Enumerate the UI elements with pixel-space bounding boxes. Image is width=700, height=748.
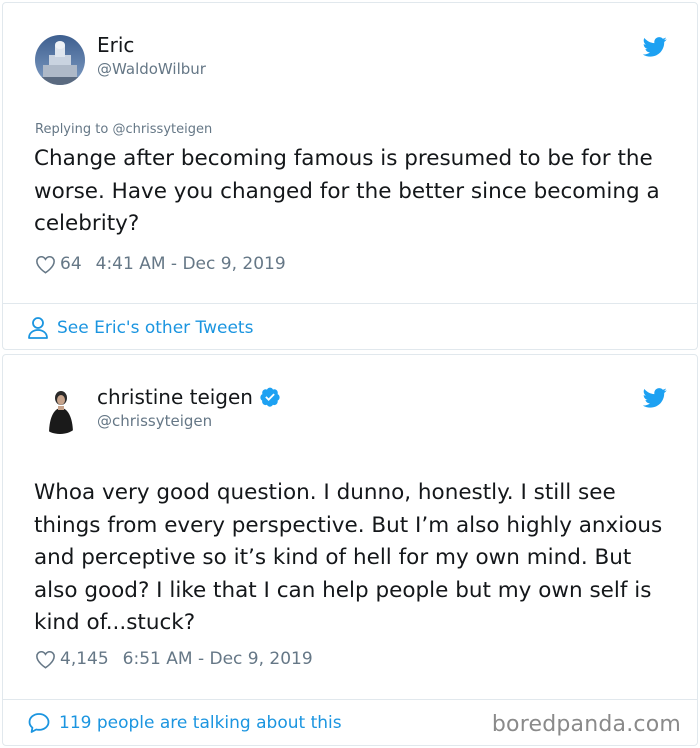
divider (3, 699, 697, 700)
avatar[interactable] (35, 35, 85, 85)
tweet-text: Change after becoming famous is presumed… (34, 146, 660, 236)
timestamp[interactable]: 6:51 AM - Dec 9, 2019 (123, 649, 313, 669)
person-icon (28, 317, 48, 339)
avatar-image (35, 384, 85, 434)
author-name[interactable]: christine teigen (97, 385, 253, 409)
see-other-tweets-link[interactable]: See Eric's other Tweets (27, 316, 253, 340)
author-name[interactable]: Eric (97, 33, 134, 57)
heart-icon[interactable] (35, 650, 56, 669)
verified-badge-icon (260, 387, 280, 407)
avatar[interactable] (35, 384, 85, 434)
author-handle[interactable]: @WaldoWilbur (97, 60, 206, 78)
like-count[interactable]: 4,145 (60, 649, 109, 669)
timestamp[interactable]: 4:41 AM - Dec 9, 2019 (96, 254, 286, 274)
people-talking-link[interactable]: 119 people are talking about this (27, 711, 342, 735)
tweet-text: Whoa very good question. I dunno, honest… (34, 480, 663, 635)
watermark: boredpanda.com (491, 712, 681, 737)
replying-to-mention[interactable]: @chrissyteigen (112, 122, 212, 137)
tweet-card-eric: Eric @WaldoWilbur Replying to @chrissyte… (2, 2, 698, 350)
avatar-image (35, 35, 85, 85)
replying-to-prefix: Replying to (35, 122, 109, 137)
tweet-meta: 64 4:41 AM - Dec 9, 2019 (35, 254, 286, 274)
twitter-bird-icon[interactable] (643, 37, 667, 57)
replying-to: Replying to @chrissyteigen (35, 122, 212, 137)
tweet-meta: 4,145 6:51 AM - Dec 9, 2019 (35, 649, 313, 669)
author-name-row: christine teigen (97, 385, 281, 409)
see-other-tweets-label[interactable]: See Eric's other Tweets (57, 318, 253, 338)
tweet-card-christine: christine teigen @chrissyteigen Whoa ver… (2, 354, 698, 746)
speech-bubble-icon (28, 713, 50, 733)
divider (3, 303, 697, 304)
twitter-bird-icon[interactable] (643, 388, 667, 408)
like-count[interactable]: 64 (60, 254, 82, 274)
author-handle[interactable]: @chrissyteigen (97, 412, 212, 430)
people-talking-label[interactable]: 119 people are talking about this (59, 713, 342, 733)
heart-icon[interactable] (35, 255, 56, 274)
